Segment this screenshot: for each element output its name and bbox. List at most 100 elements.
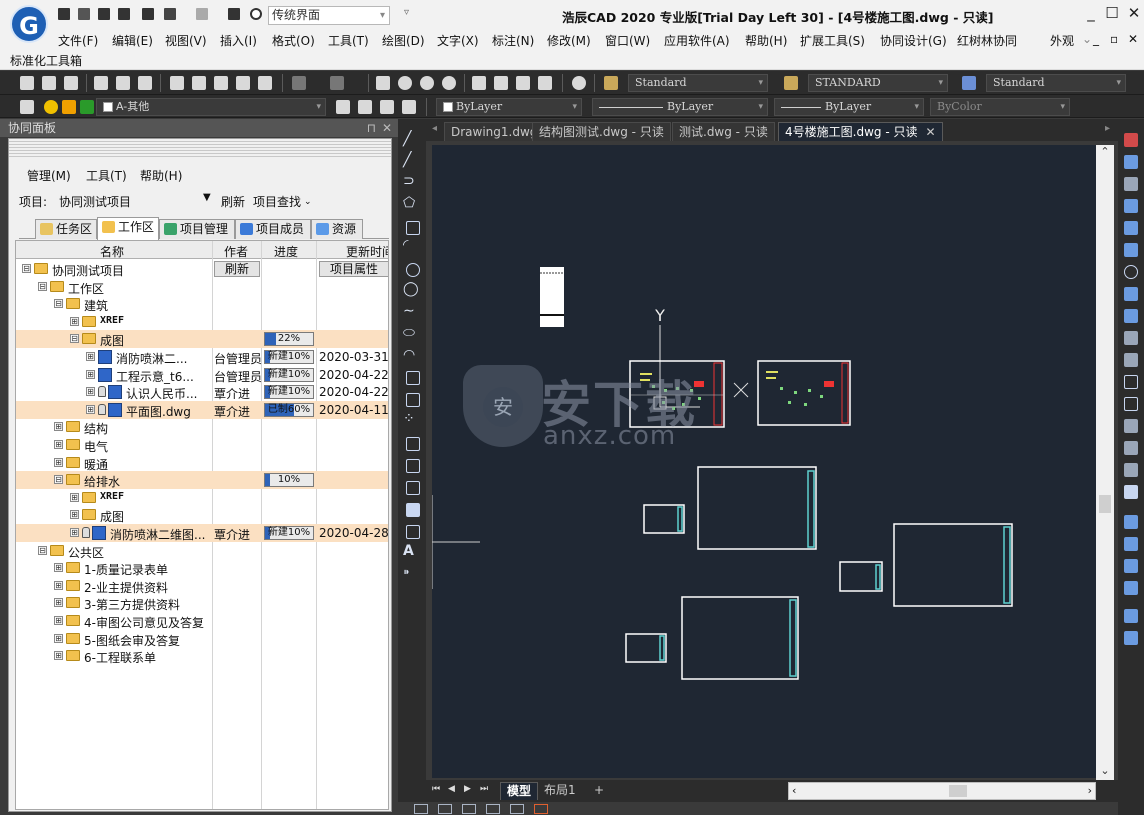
search-dropdown-icon[interactable]: ⌄ [304,197,312,207]
calculator-icon[interactable] [538,76,552,90]
doc-tab-structure[interactable]: 结构图测试.dwg - 只读 [532,122,671,141]
copy-icon[interactable] [192,76,206,90]
scroll-up-icon[interactable]: ⌃ [1096,145,1114,161]
appearance-dropdown-icon[interactable]: ⌄ [1082,32,1092,46]
tree-folder-row[interactable]: ⊞ 结构 [16,418,388,436]
bring-above-icon[interactable] [1124,581,1138,595]
workspace-select[interactable]: 传统界面 [268,6,390,25]
drawing-canvas[interactable]: Y [431,145,1096,778]
trim-icon[interactable] [1124,331,1138,345]
hatch-icon[interactable] [406,437,420,451]
expand-icon[interactable]: ⊞ [54,633,63,643]
horizontal-scrollbar[interactable]: ‹ › [788,782,1096,800]
save-icon[interactable] [98,8,110,20]
menu-tools[interactable]: 工具(T) [328,32,369,49]
project-properties-button[interactable]: 项目属性 [319,261,388,277]
expand-icon[interactable]: ⊞ [86,404,95,414]
project-select[interactable]: 协同测试项目 [59,193,131,210]
tree-folder-row[interactable]: ⊞ 6-工程联系单 [16,647,388,665]
make-current-layer-icon[interactable] [336,100,350,114]
open-folder-icon[interactable] [78,8,90,20]
quick-access-more-icon[interactable]: ▿ [404,7,409,18]
collapse-icon[interactable]: ⊟ [54,299,63,309]
tree-file-row[interactable]: ⊞ 消防喷淋二维图... 覃介进 新建10% 2020-04-28 2 [16,524,388,542]
break-icon[interactable] [1124,375,1138,389]
menu-format[interactable]: 格式(O) [272,32,315,49]
zoom-window-icon[interactable] [420,76,434,90]
col-progress[interactable]: 进度 [274,243,298,260]
tree-folder-row[interactable]: ⊞ 1-质量记录表单 [16,559,388,577]
tree-folder-row[interactable]: ⊞ 5-图纸会审及答复 [16,630,388,648]
pin-icon[interactable]: ⊓ [367,119,376,137]
cut-icon[interactable] [170,76,184,90]
doc-close-button[interactable]: ✕ [1128,32,1138,46]
match-properties-icon[interactable] [236,76,250,90]
status-icon[interactable] [462,804,476,814]
offset-icon[interactable] [1124,199,1138,213]
expand-icon[interactable]: ⊞ [54,598,63,608]
tree-folder-row[interactable]: ⊞ 3-第三方提供资料 [16,594,388,612]
tab-project-management[interactable]: 项目管理 [159,219,235,239]
menu-window[interactable]: 窗口(W) [605,32,650,49]
new-file-icon[interactable] [58,8,70,20]
menu-modify[interactable]: 修改(M) [547,32,591,49]
panel-menu-tools[interactable]: 工具(T) [86,167,127,184]
tab-resources[interactable]: 资源 [311,219,363,239]
tree-folder-row[interactable]: ⊞ 成图 [16,506,388,524]
tab-project-members[interactable]: 项目成员 [235,219,311,239]
tree-folder-row[interactable]: ⊟ 成图 22% [16,330,388,349]
tree-folder-row[interactable]: ⊞ 2-业主提供资料 [16,577,388,595]
tree-folder-row[interactable]: ⊞ 暖通 [16,454,388,472]
polyline-icon[interactable]: ⊃ [403,173,415,189]
tree-folder-row[interactable]: ⊞ 电气 [16,436,388,454]
wipeout-icon[interactable] [406,503,420,517]
tree-file-row[interactable]: ⊞ 认识人民币... 覃介进 新建10% 2020-04-22 2 [16,383,388,401]
expand-icon[interactable]: ⊞ [54,440,63,449]
save-as-icon[interactable] [118,8,130,20]
col-update-time[interactable]: 更新时间 [346,243,388,260]
layout-tab-model[interactable]: 模型 [500,782,539,800]
tree-folder-row[interactable]: ⊟ 工作区 [16,278,388,296]
layer-freeze-icon[interactable] [62,100,76,114]
preview-icon[interactable] [116,76,130,90]
minimize-button[interactable]: _ [1081,4,1101,24]
collapse-icon[interactable]: ⊟ [38,545,47,555]
collapse-icon[interactable]: ⊟ [38,281,47,291]
open-icon[interactable] [42,76,56,90]
doc-restore-button[interactable]: ▫ [1110,32,1118,46]
scroll-down-icon[interactable]: ⌄ [1096,764,1114,780]
arc-icon[interactable]: ◜ [403,237,408,253]
mtext-icon[interactable]: A [403,543,414,559]
layer-on-icon[interactable] [44,100,58,114]
scroll-right-icon[interactable]: › [1088,784,1092,797]
project-search-button[interactable]: 项目查找 [253,193,301,210]
chamfer-icon[interactable] [1124,441,1138,455]
extend-icon[interactable] [1124,353,1138,367]
layer-state-icon[interactable] [380,100,394,114]
block-icon[interactable] [258,76,272,90]
table-style-select[interactable]: Standard [986,74,1126,92]
expand-icon[interactable]: ⊞ [54,616,63,625]
bring-front-icon[interactable] [1124,537,1138,551]
lineweight-select[interactable]: ByLayer [774,98,924,116]
col-name[interactable]: 名称 [100,243,124,260]
layer-previous-icon[interactable] [358,100,372,114]
tab-tasks[interactable]: 任务区 [35,219,97,239]
circle-icon[interactable] [406,263,420,277]
publish-icon[interactable] [138,76,152,90]
vertical-scroll-thumb[interactable] [1099,495,1111,513]
region-icon[interactable] [406,481,420,495]
layer-stack-icon[interactable] [228,8,240,20]
layout-tab-layout1[interactable]: 布局1 [538,782,582,800]
move-icon[interactable] [1124,243,1138,257]
menu-file[interactable]: 文件(F) [58,32,98,49]
rotate-icon[interactable] [1124,265,1138,279]
construction-line-icon[interactable]: ╱ [403,152,411,168]
undo-icon[interactable] [164,8,176,20]
prev-layout-icon[interactable]: ◀ [448,784,455,794]
doc-tab-drawing1[interactable]: Drawing1.dwg [444,122,545,141]
menu-text[interactable]: 文字(X) [437,32,479,49]
insert-block-icon[interactable] [406,371,420,385]
paste-icon[interactable] [214,76,228,90]
menu-help[interactable]: 帮助(H) [745,32,787,49]
